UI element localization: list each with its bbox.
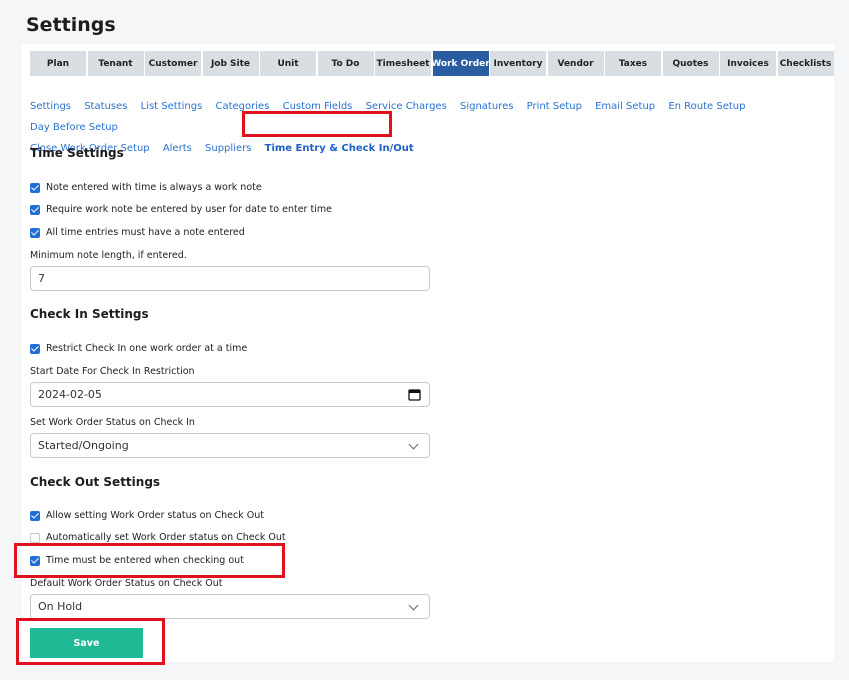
checkbox-label: Note entered with time is always a work … — [46, 182, 262, 193]
checkbox-require-work-note[interactable] — [30, 204, 40, 215]
tab-unit[interactable]: Unit — [260, 51, 316, 76]
checkbox-label: Automatically set Work Order status on C… — [46, 532, 286, 543]
min-note-length-label: Minimum note length, if entered. — [30, 250, 187, 261]
restrict-check-in-row[interactable]: Restrict Check In one work order at a ti… — [30, 343, 247, 354]
highlight-box-time-required — [14, 543, 285, 578]
checkbox-all-entries-note[interactable] — [30, 227, 40, 238]
allow-status-check-out-row[interactable]: Allow setting Work Order status on Check… — [30, 510, 264, 521]
tab-to-do[interactable]: To Do — [317, 51, 374, 76]
chevron-down-icon — [408, 439, 419, 450]
chevron-down-icon — [408, 600, 419, 611]
min-note-length-input[interactable]: 7 — [30, 266, 430, 291]
subnav-suppliers[interactable]: Suppliers — [205, 143, 251, 154]
default-status-select[interactable]: On Hold — [30, 594, 430, 619]
subnav-settings[interactable]: Settings — [30, 101, 71, 112]
tab-work-order[interactable]: Work Order — [431, 51, 490, 76]
checkbox-label: All time entries must have a note entere… — [46, 227, 245, 238]
sub-navigation: Settings Statuses List Settings Categori… — [30, 96, 820, 159]
subnav-signatures[interactable]: Signatures — [460, 101, 513, 112]
check-in-status-value: Started/Ongoing — [38, 439, 129, 452]
min-note-length-value: 7 — [38, 272, 45, 285]
default-status-label: Default Work Order Status on Check Out — [30, 578, 223, 589]
tab-timesheet[interactable]: Timesheet — [375, 51, 431, 76]
subnav-alerts[interactable]: Alerts — [163, 143, 192, 154]
check-in-status-select[interactable]: Started/Ongoing — [30, 433, 430, 458]
subnav-email-setup[interactable]: Email Setup — [595, 101, 655, 112]
subnav-time-entry-check-in-out[interactable]: Time Entry & Check In/Out — [265, 143, 414, 154]
tab-job-site[interactable]: Job Site — [202, 51, 259, 76]
tab-inventory[interactable]: Inventory — [490, 51, 546, 76]
checkbox-note-always-work-note[interactable] — [30, 182, 40, 193]
all-entries-note-row[interactable]: All time entries must have a note entere… — [30, 227, 245, 238]
tab-invoices[interactable]: Invoices — [720, 51, 776, 76]
note-always-work-note-row[interactable]: Note entered with time is always a work … — [30, 182, 262, 193]
start-date-label: Start Date For Check In Restriction — [30, 366, 195, 377]
tab-plan[interactable]: Plan — [30, 51, 86, 76]
checkbox-label: Restrict Check In one work order at a ti… — [46, 343, 248, 354]
checkbox-auto-status-check-out[interactable] — [30, 532, 40, 543]
require-work-note-row[interactable]: Require work note be entered by user for… — [30, 204, 332, 215]
subnav-statuses[interactable]: Statuses — [84, 101, 127, 112]
highlight-box-active-subnav — [242, 111, 392, 137]
checkbox-allow-status-check-out[interactable] — [30, 510, 40, 521]
check-in-settings-title: Check In Settings — [30, 307, 149, 321]
subnav-day-before-setup[interactable]: Day Before Setup — [30, 122, 118, 133]
subnav-en-route-setup[interactable]: En Route Setup — [668, 101, 745, 112]
tab-quotes[interactable]: Quotes — [662, 51, 719, 76]
calendar-icon[interactable] — [408, 388, 421, 404]
main-tabs: Plan Tenant Customer Job Site Unit To Do… — [30, 51, 835, 76]
page-title: Settings — [26, 14, 116, 36]
default-status-value: On Hold — [38, 600, 83, 613]
subnav-list-settings[interactable]: List Settings — [141, 101, 203, 112]
checkbox-label: Allow setting Work Order status on Check… — [46, 510, 264, 521]
check-out-settings-title: Check Out Settings — [30, 475, 161, 489]
tab-vendor[interactable]: Vendor — [547, 51, 604, 76]
checkbox-restrict-check-in[interactable] — [30, 343, 40, 354]
tab-checklists[interactable]: Checklists — [777, 51, 834, 76]
start-date-value: 2024-02-05 — [38, 388, 102, 401]
tab-taxes[interactable]: Taxes — [605, 51, 661, 76]
start-date-input[interactable]: 2024-02-05 — [30, 382, 430, 407]
checkbox-label: Require work note be entered by user for… — [46, 204, 332, 215]
auto-status-check-out-row[interactable]: Automatically set Work Order status on C… — [30, 532, 286, 543]
check-in-status-label: Set Work Order Status on Check In — [30, 417, 195, 428]
time-settings-title: Time Settings — [30, 146, 124, 160]
highlight-box-save — [16, 618, 165, 665]
subnav-print-setup[interactable]: Print Setup — [527, 101, 582, 112]
tab-tenant[interactable]: Tenant — [87, 51, 144, 76]
tab-customer[interactable]: Customer — [145, 51, 201, 76]
